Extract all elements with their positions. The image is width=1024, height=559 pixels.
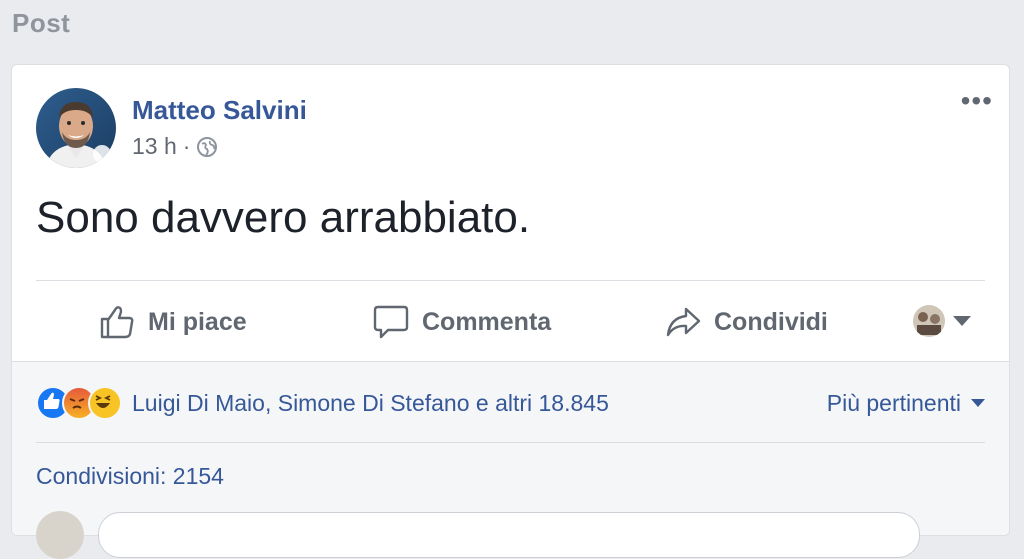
author-name-link[interactable]: Matteo Salvini [132, 95, 307, 126]
comment-input[interactable] [98, 512, 920, 558]
page-section-title: Post [12, 8, 71, 38]
post-actions-bar: Mi piace Commenta Condividi [36, 297, 985, 347]
author-avatar[interactable] [36, 88, 116, 168]
chevron-down-icon [953, 316, 971, 326]
page-avatar-mini [913, 305, 945, 337]
chevron-down-icon [971, 399, 985, 407]
viewer-avatar [36, 511, 84, 559]
comment-bubble-icon [372, 303, 410, 341]
post-timestamp[interactable]: 13 h [132, 133, 177, 160]
share-arrow-icon [664, 303, 702, 341]
meta-separator: · [182, 133, 191, 159]
shares-count-link[interactable]: Condivisioni: 2154 [36, 463, 224, 490]
like-button[interactable]: Mi piace [98, 297, 247, 347]
divider [36, 442, 985, 443]
comment-label: Commenta [422, 307, 552, 336]
comment-button[interactable]: Commenta [372, 297, 551, 347]
avatar-photo [36, 88, 116, 168]
post-text: Sono davvero arrabbiato. [36, 193, 531, 242]
thumbs-up-icon [98, 303, 136, 341]
more-options-icon[interactable]: ••• [961, 87, 993, 115]
share-label: Condividi [714, 307, 828, 336]
comment-sort-dropdown[interactable]: Più pertinenti [827, 390, 985, 417]
sort-label: Più pertinenti [826, 389, 961, 416]
post-meta: 13 h · [132, 133, 218, 160]
share-button[interactable]: Condividi [664, 297, 828, 347]
like-label: Mi piace [148, 307, 247, 336]
globe-icon[interactable] [196, 136, 218, 158]
haha-reaction-icon [88, 386, 122, 420]
reaction-icons[interactable] [36, 386, 122, 420]
reactions-row: Luigi Di Maio, Simone Di Stefano e altri… [36, 385, 985, 421]
reactions-summary-link[interactable]: Luigi Di Maio, Simone Di Stefano e altri… [132, 390, 609, 417]
divider [36, 280, 985, 281]
post-card: Matteo Salvini 13 h · ••• Sono davvero a… [11, 64, 1010, 559]
comment-composer [36, 511, 920, 559]
post-as-selector[interactable] [913, 305, 971, 337]
